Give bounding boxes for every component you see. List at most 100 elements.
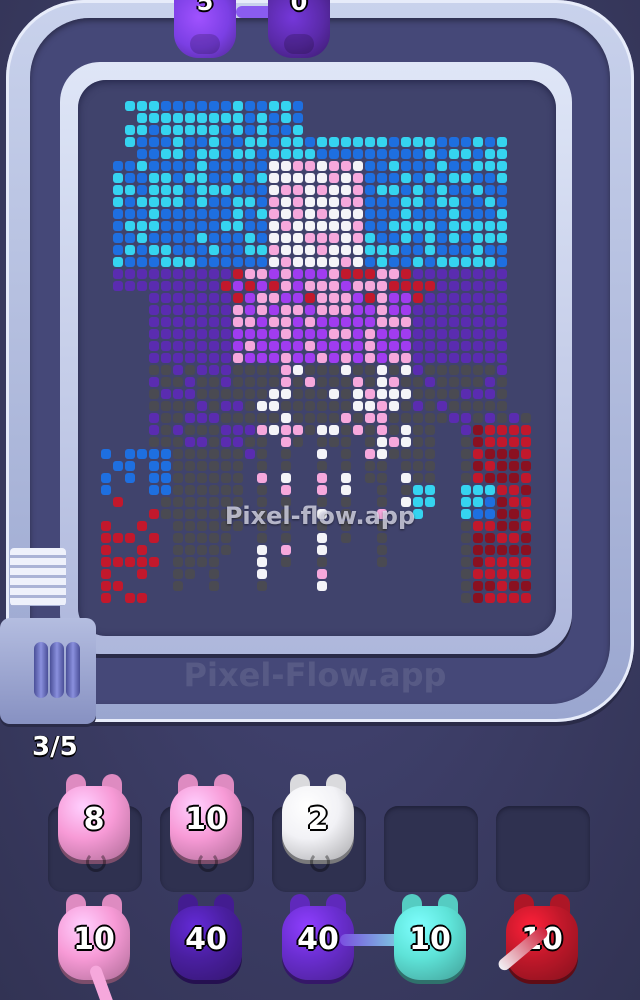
pixel-cell <box>401 389 411 399</box>
pixel-cell <box>353 185 363 195</box>
pixel-cell <box>245 197 255 207</box>
pixel-cell <box>473 593 483 603</box>
pixel-cell <box>341 257 351 267</box>
pixel-cell <box>305 149 315 159</box>
pixel-cell <box>365 269 375 279</box>
pixel-cell <box>389 389 399 399</box>
pixel-cell <box>461 197 471 207</box>
pixel-cell <box>497 257 507 267</box>
pixel-cell <box>305 137 315 147</box>
pixel-cell <box>293 413 303 423</box>
pixel-cell <box>437 377 447 387</box>
pixel-cell <box>173 569 183 579</box>
pixel-cell <box>473 293 483 303</box>
pixel-cell <box>269 269 279 279</box>
queue-pig[interactable]: 10 <box>162 772 250 872</box>
pixel-cell <box>185 557 195 567</box>
pixel-cell <box>245 281 255 291</box>
pixel-cell <box>473 209 483 219</box>
queue-slot-empty[interactable] <box>384 806 478 892</box>
pixel-cell <box>437 341 447 351</box>
queue-pig[interactable]: 8 <box>50 772 138 872</box>
pixel-cell <box>149 257 159 267</box>
track-shooter-pig[interactable]: 0 <box>264 0 334 64</box>
pixel-cell <box>161 437 171 447</box>
pixel-cell <box>305 173 315 183</box>
pixel-cell <box>317 149 327 159</box>
pixel-cell <box>497 449 507 459</box>
pig-snout-icon <box>190 34 220 54</box>
pixel-cell <box>173 173 183 183</box>
pixel-cell <box>461 149 471 159</box>
pixel-cell <box>209 413 219 423</box>
pixel-cell <box>401 233 411 243</box>
pixel-cell <box>293 101 303 111</box>
pixel-cell <box>233 149 243 159</box>
pixel-cell <box>437 161 447 171</box>
pixel-cell <box>149 353 159 363</box>
pixel-cell <box>485 293 495 303</box>
pixel-cell <box>197 125 207 135</box>
pixel-cell <box>173 317 183 327</box>
queue-slot-empty[interactable] <box>496 806 590 892</box>
pixel-cell <box>305 353 315 363</box>
pixel-cell <box>317 293 327 303</box>
pixel-cell <box>389 293 399 303</box>
pixel-cell <box>269 173 279 183</box>
pixel-cell <box>137 137 147 147</box>
pixel-cell <box>233 113 243 123</box>
pixel-cell <box>401 293 411 303</box>
pixel-cell <box>101 545 111 555</box>
pixel-cell <box>401 269 411 279</box>
pixel-cell <box>245 245 255 255</box>
pixel-cell <box>497 137 507 147</box>
pixel-cell <box>149 125 159 135</box>
reserve-pig[interactable]: 10 <box>386 892 474 988</box>
pixel-cell <box>149 281 159 291</box>
queue-pig[interactable]: 2 <box>274 772 362 872</box>
pixel-cell <box>497 233 507 243</box>
pixel-cell <box>437 293 447 303</box>
pixel-cell <box>293 317 303 327</box>
pixel-cell <box>269 413 279 423</box>
pixel-cell <box>209 389 219 399</box>
pixel-cell <box>305 413 315 423</box>
pixel-cell <box>233 365 243 375</box>
pixel-cell <box>185 281 195 291</box>
pixel-cell <box>101 569 111 579</box>
pixel-cell <box>509 413 519 423</box>
pixel-cell <box>137 173 147 183</box>
pixel-cell <box>437 221 447 231</box>
pixel-cell <box>317 209 327 219</box>
pixel-cell <box>461 281 471 291</box>
pixel-cell <box>485 209 495 219</box>
pixel-cell <box>461 317 471 327</box>
pixel-cell <box>173 401 183 411</box>
pixel-cell <box>413 233 423 243</box>
pixel-cell <box>245 389 255 399</box>
board-watermark: Pixel-flow.app <box>224 502 416 530</box>
pixel-cell <box>437 269 447 279</box>
pixel-cell <box>305 209 315 219</box>
pixel-cell <box>257 221 267 231</box>
pixel-cell <box>449 197 459 207</box>
pixel-cell <box>377 365 387 375</box>
pixel-cell <box>245 401 255 411</box>
pixel-cell <box>413 365 423 375</box>
pixel-cell <box>521 521 531 531</box>
pixel-cell <box>293 353 303 363</box>
pixel-cell <box>437 281 447 291</box>
track-shooter-pig[interactable]: 5 <box>170 0 240 64</box>
pixel-cell <box>341 473 351 483</box>
pixel-cell <box>161 305 171 315</box>
pixel-cell <box>185 161 195 171</box>
pixel-cell <box>413 161 423 171</box>
pixel-cell <box>305 401 315 411</box>
pixel-cell <box>437 305 447 315</box>
pixel-cell <box>281 221 291 231</box>
pixel-cell <box>173 545 183 555</box>
pixel-cell <box>221 269 231 279</box>
reserve-pig[interactable]: 40 <box>162 892 250 988</box>
pixel-cell <box>377 377 387 387</box>
pixel-cell <box>509 449 519 459</box>
